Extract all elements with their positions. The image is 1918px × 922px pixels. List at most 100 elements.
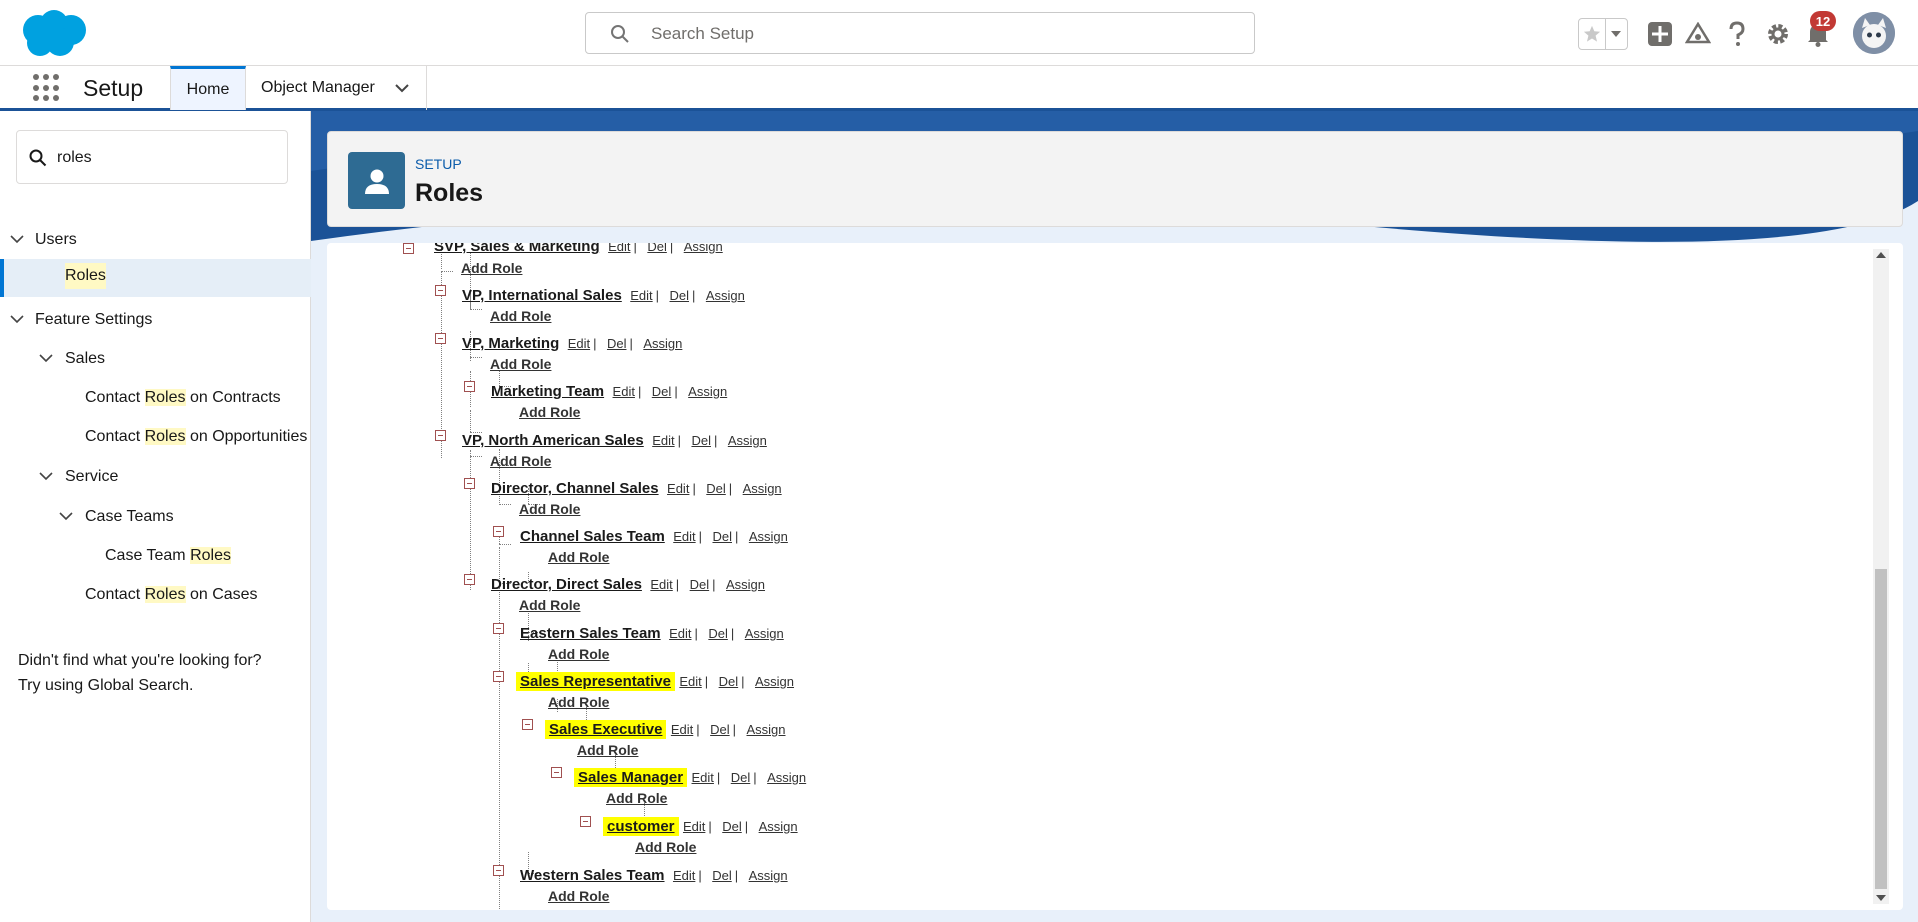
collapse-toggle[interactable] (493, 671, 504, 682)
del-link[interactable]: Del (607, 336, 627, 351)
collapse-toggle[interactable] (551, 767, 562, 778)
edit-link[interactable]: Edit (650, 577, 672, 592)
collapse-toggle[interactable] (464, 574, 475, 585)
collapse-toggle[interactable] (580, 816, 591, 827)
add-role-link[interactable]: Add Role (490, 453, 551, 469)
assign-link[interactable]: Assign (643, 336, 682, 351)
role-name-link[interactable]: Eastern Sales Team (516, 624, 665, 643)
sidebar-item-contact-roles-cases[interactable]: Contact Roles on Cases (85, 580, 258, 610)
role-name-link[interactable]: VP, International Sales (458, 286, 626, 305)
del-link[interactable]: Del (719, 674, 739, 689)
quick-find-input[interactable] (57, 144, 277, 172)
chevron-down-icon[interactable] (39, 469, 53, 483)
sidebar-item-users[interactable]: Users (35, 225, 77, 255)
del-link[interactable]: Del (712, 868, 732, 883)
edit-link[interactable]: Edit (630, 288, 652, 303)
chevron-down-icon[interactable] (394, 80, 410, 96)
role-name-link[interactable]: Channel Sales Team (516, 527, 669, 546)
del-link[interactable]: Del (706, 481, 726, 496)
sidebar-item-contact-roles-opportunities[interactable]: Contact Roles on Opportunities (85, 422, 307, 452)
add-role-link[interactable]: Add Role (606, 790, 667, 806)
add-role-link[interactable]: Add Role (519, 501, 580, 517)
sidebar-item-contact-roles-contracts[interactable]: Contact Roles on Contracts (85, 383, 281, 413)
edit-link[interactable]: Edit (667, 481, 689, 496)
global-search-input[interactable]: Search Setup (585, 12, 1255, 54)
add-role-link[interactable]: Add Role (490, 308, 551, 324)
del-link[interactable]: Del (708, 626, 728, 641)
edit-link[interactable]: Edit (673, 868, 695, 883)
role-name-link[interactable]: VP, Marketing (458, 334, 563, 353)
edit-link[interactable]: Edit (683, 819, 705, 834)
add-role-link[interactable]: Add Role (548, 694, 609, 710)
vertical-scrollbar[interactable] (1873, 249, 1889, 904)
add-role-link[interactable]: Add Role (519, 597, 580, 613)
collapse-toggle[interactable] (464, 478, 475, 489)
collapse-toggle[interactable] (435, 430, 446, 441)
add-role-link[interactable]: Add Role (519, 404, 580, 420)
add-icon[interactable] (1646, 20, 1674, 48)
assign-link[interactable]: Assign (743, 481, 782, 496)
edit-link[interactable]: Edit (608, 243, 630, 254)
edit-link[interactable]: Edit (613, 384, 635, 399)
add-role-link[interactable]: Add Role (577, 742, 638, 758)
sidebar-item-service[interactable]: Service (65, 462, 118, 492)
del-link[interactable]: Del (647, 243, 667, 254)
scroll-up-icon[interactable] (1876, 252, 1886, 258)
del-link[interactable]: Del (722, 819, 742, 834)
role-name-link[interactable]: Western Sales Team (516, 866, 669, 885)
add-role-link[interactable]: Add Role (548, 549, 609, 565)
salesforce-logo[interactable] (16, 8, 90, 60)
star-icon[interactable] (1579, 19, 1606, 49)
chevron-down-icon[interactable] (59, 509, 73, 523)
tab-home[interactable]: Home (170, 66, 246, 110)
add-role-link[interactable]: Add Role (635, 839, 696, 855)
collapse-toggle[interactable] (522, 719, 533, 730)
collapse-toggle[interactable] (403, 243, 414, 254)
add-role-link[interactable]: Add Role (490, 356, 551, 372)
assign-link[interactable]: Assign (755, 674, 794, 689)
assign-link[interactable]: Assign (767, 770, 806, 785)
app-launcher-icon[interactable] (33, 74, 61, 102)
edit-link[interactable]: Edit (669, 626, 691, 641)
del-link[interactable]: Del (691, 433, 711, 448)
assign-link[interactable]: Assign (746, 722, 785, 737)
role-name-link[interactable]: Marketing Team (487, 382, 608, 401)
del-link[interactable]: Del (690, 577, 710, 592)
assign-link[interactable]: Assign (745, 626, 784, 641)
role-name-link[interactable]: Director, Channel Sales (487, 479, 663, 498)
edit-link[interactable]: Edit (652, 433, 674, 448)
sidebar-item-case-teams[interactable]: Case Teams (85, 502, 174, 532)
del-link[interactable]: Del (710, 722, 730, 737)
role-name-link[interactable]: SVP, Sales & Marketing (430, 243, 604, 256)
role-name-link[interactable]: Sales Executive (545, 720, 667, 739)
chevron-down-icon[interactable] (10, 232, 24, 246)
edit-link[interactable]: Edit (692, 770, 714, 785)
collapse-toggle[interactable] (435, 285, 446, 296)
sidebar-item-roles[interactable]: Roles (0, 259, 311, 297)
role-name-link[interactable]: Director, Direct Sales (487, 575, 646, 594)
collapse-toggle[interactable] (435, 333, 446, 344)
role-name-link[interactable]: customer (603, 817, 679, 836)
del-link[interactable]: Del (652, 384, 672, 399)
sidebar-item-sales[interactable]: Sales (65, 344, 105, 374)
collapse-toggle[interactable] (464, 381, 475, 392)
tab-object-manager[interactable]: Object Manager (246, 66, 427, 110)
add-role-link[interactable]: Add Role (548, 888, 609, 904)
chevron-down-icon[interactable] (10, 312, 24, 326)
del-link[interactable]: Del (712, 529, 732, 544)
collapse-toggle[interactable] (493, 623, 504, 634)
edit-link[interactable]: Edit (679, 674, 701, 689)
add-role-link[interactable]: Add Role (548, 646, 609, 662)
avatar[interactable] (1853, 12, 1895, 54)
scrollbar-thumb[interactable] (1875, 569, 1887, 889)
edit-link[interactable]: Edit (671, 722, 693, 737)
assign-link[interactable]: Assign (759, 819, 798, 834)
assign-link[interactable]: Assign (688, 384, 727, 399)
assign-link[interactable]: Assign (726, 577, 765, 592)
chevron-down-icon[interactable] (39, 351, 53, 365)
assign-link[interactable]: Assign (728, 433, 767, 448)
collapse-toggle[interactable] (493, 865, 504, 876)
assign-link[interactable]: Assign (706, 288, 745, 303)
edit-link[interactable]: Edit (568, 336, 590, 351)
assign-link[interactable]: Assign (684, 243, 723, 254)
